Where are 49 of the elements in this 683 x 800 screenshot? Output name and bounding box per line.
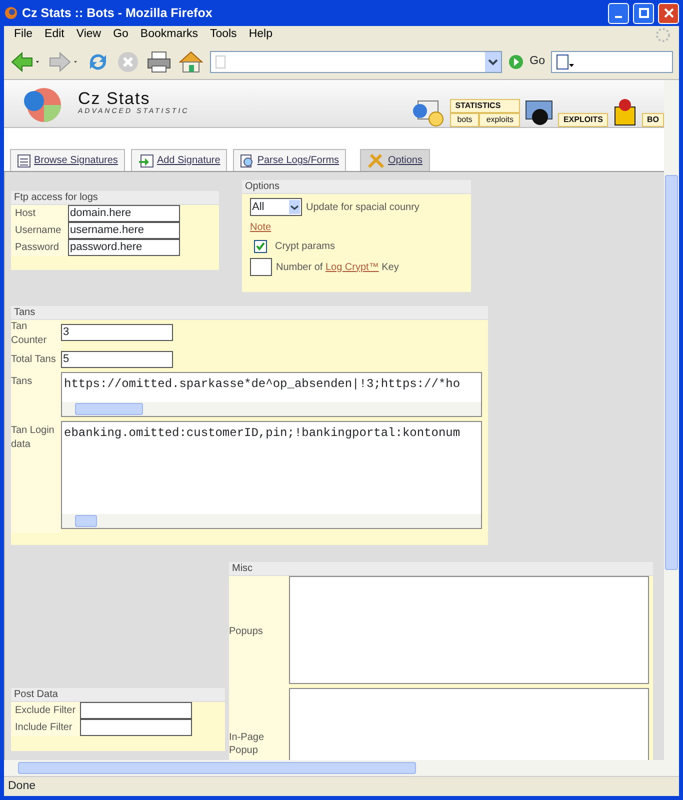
menu-item[interactable]: Help [242,26,278,44]
field-label: Popups [229,576,289,688]
tab[interactable]: Browse Signatures [10,149,125,171]
go-button[interactable]: Go [530,52,545,70]
menu-item[interactable]: Edit [38,26,70,44]
menu-item[interactable]: View [70,26,108,44]
log-crypt-link[interactable]: Log Crypt™ [325,262,379,272]
field-label: Total Tans [11,347,61,372]
panel-title: Misc [229,562,653,576]
panel-title: Ftp access for logs [11,191,219,205]
nav-link[interactable]: BO [642,112,664,126]
input-field[interactable]: password.here [68,239,180,256]
checkbox-label: Crypt params [275,240,336,254]
key-label: Number of Log Crypt™ Key [276,260,399,274]
site-logo: Cz Stats [78,90,152,107]
status-text: Done [8,778,36,794]
tab[interactable]: Options [360,149,430,171]
nav-sublink[interactable]: bots [450,112,480,126]
nav-link[interactable]: EXPLOITS [558,112,608,126]
menu-item[interactable]: Go [107,26,134,44]
field-label: Tan Login data [11,421,61,533]
field-label: Include Filter [11,719,80,736]
text-area[interactable]: https://omitted.sparkasse*de^op_absenden|!3;https://*ho [61,372,482,417]
nav-sublink[interactable]: exploits [479,112,520,126]
field-label: Tan Counter [11,320,61,347]
field-label: In-Page Popup [229,688,289,760]
text-area[interactable]: ebanking.omitted:customerID,pin;!bankingportal:kontonum [61,421,482,529]
input-field[interactable]: 3 [61,324,173,341]
field-label: Exclude Filter [11,702,80,719]
input-field[interactable]: username.here [68,222,180,239]
field-label: Username [11,222,68,239]
country-select[interactable]: All [250,198,302,216]
menu-item[interactable]: File [8,26,39,44]
input-field[interactable]: 5 [61,351,173,368]
select-label: Update for spacial counry [306,200,420,214]
field-label: Password [11,239,68,256]
menu-item[interactable]: Tools [204,26,243,44]
panel-title: Post Data [11,688,225,702]
field-label: Host [11,205,68,222]
nav-link[interactable]: STATISTICS [450,98,520,112]
note-link[interactable]: Note [250,220,272,235]
tab[interactable]: Add Signature [130,149,228,171]
menu-item[interactable]: Bookmarks [134,26,204,44]
input-field[interactable]: domain.here [68,205,180,222]
tab[interactable]: Parse Logs/Forms [233,149,346,171]
window-title: Cz Stats :: Bots - Mozilla Firefox [22,4,214,22]
panel-title: Options [242,180,471,194]
field-label: Tans [11,372,61,421]
panel-title: Tans [11,306,488,320]
